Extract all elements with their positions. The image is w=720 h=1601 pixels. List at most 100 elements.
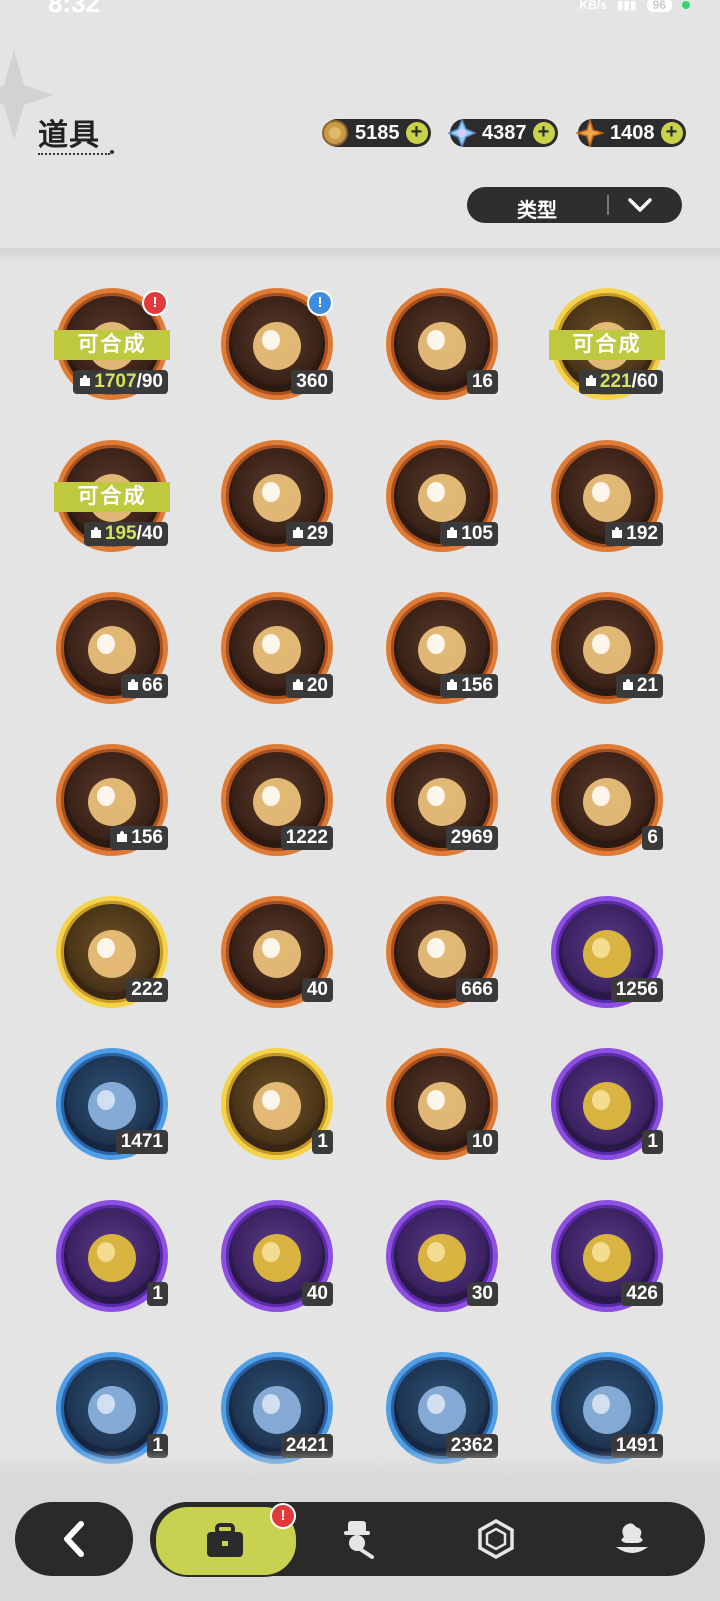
puzzle-piece-icon xyxy=(115,827,131,848)
item-slot[interactable]: 666 xyxy=(386,896,506,1016)
purple-creature-icon xyxy=(88,778,136,826)
back-arrow-icon xyxy=(64,1521,84,1557)
add-crystal-button[interactable]: + xyxy=(532,122,555,144)
item-count: 1 xyxy=(312,1130,333,1154)
count-value: 156 xyxy=(461,675,493,696)
item-slot[interactable]: 6 xyxy=(551,744,671,864)
gold-coin-icon xyxy=(321,119,349,147)
count-value: 360 xyxy=(296,371,328,392)
item-count: 1 xyxy=(147,1282,168,1306)
item-slot[interactable]: 360! xyxy=(221,288,341,408)
item-count: 156 xyxy=(440,674,498,698)
item-slot[interactable]: 156 xyxy=(56,744,176,864)
add-amber-button[interactable]: + xyxy=(660,122,683,144)
item-slot[interactable]: 426 xyxy=(551,1200,671,1320)
item-count: 192 xyxy=(605,522,663,546)
puzzle-piece-icon xyxy=(126,675,142,696)
item-slot[interactable]: 40 xyxy=(221,896,341,1016)
item-count: 21 xyxy=(615,674,663,698)
item-count: 666 xyxy=(456,978,498,1002)
item-slot[interactable]: 1 xyxy=(221,1048,341,1168)
item-slot[interactable]: 40 xyxy=(221,1200,341,1320)
count-value: 1 xyxy=(317,1131,328,1152)
amber-gem-icon xyxy=(576,119,604,147)
pink-star-crystal-icon xyxy=(253,778,301,826)
owned-count: 1707 xyxy=(94,371,137,392)
blue-star-crystal-icon xyxy=(418,778,466,826)
combinable-label: 可合成 xyxy=(54,482,170,512)
item-slot[interactable]: 20 xyxy=(221,592,341,712)
eyepatch-creature-icon xyxy=(253,626,301,674)
gold-bell-icon xyxy=(253,1234,301,1282)
item-slot[interactable]: 可合成 195/40 xyxy=(54,440,176,560)
count-value: 192 xyxy=(626,523,658,544)
knight-creature-icon xyxy=(88,626,136,674)
holo-card-icon xyxy=(253,930,301,978)
type-filter-dropdown[interactable]: 类型 xyxy=(467,187,682,223)
item-slot[interactable]: 可合成 221/60 xyxy=(549,288,671,408)
paw-pendant-icon xyxy=(583,778,631,826)
currency-gold: 5185 + xyxy=(321,119,431,147)
item-slot[interactable]: 1256 xyxy=(551,896,671,1016)
item-slot[interactable]: 1 xyxy=(551,1048,671,1168)
count-value: 6 xyxy=(647,827,658,848)
status-indicators: KB/s ▮▮▮ 96 xyxy=(579,0,690,12)
count-value: 16 xyxy=(471,371,493,392)
puzzle-piece-icon xyxy=(584,371,600,392)
fox-creature-icon xyxy=(418,474,466,522)
dessert-icon[interactable] xyxy=(612,1519,652,1559)
item-count: 29 xyxy=(285,522,333,546)
item-slot[interactable]: 156 xyxy=(386,592,506,712)
item-count: 40 xyxy=(301,1282,333,1306)
back-button[interactable] xyxy=(15,1502,133,1576)
filter-divider xyxy=(607,195,609,215)
item-slot[interactable]: 192 xyxy=(551,440,671,560)
count-value: 666 xyxy=(461,979,493,1000)
count-value: 21 xyxy=(636,675,658,696)
add-gold-button[interactable]: + xyxy=(405,122,428,144)
required-count: /60 xyxy=(631,371,658,392)
birthday-cake-icon xyxy=(253,1082,301,1130)
item-slot[interactable]: 1 xyxy=(56,1200,176,1320)
item-count: 30 xyxy=(466,1282,498,1306)
item-slot[interactable]: 66 xyxy=(56,592,176,712)
item-slot[interactable]: 29 xyxy=(221,440,341,560)
purple-crystal-icon xyxy=(418,322,466,370)
orange-card-icon xyxy=(418,930,466,978)
puzzle-piece-icon xyxy=(78,371,94,392)
letter-icon xyxy=(88,1386,136,1434)
character-icon[interactable] xyxy=(338,1519,378,1559)
count-value: 1 xyxy=(647,1131,658,1152)
header-divider xyxy=(0,248,720,262)
item-slot[interactable]: 222 xyxy=(56,896,176,1016)
item-count: 105 xyxy=(440,522,498,546)
item-slot[interactable]: 21 xyxy=(551,592,671,712)
gold-card-icon xyxy=(88,930,136,978)
scroll-icon xyxy=(418,1234,466,1282)
item-slot[interactable]: 10 xyxy=(386,1048,506,1168)
item-slot[interactable]: 30 xyxy=(386,1200,506,1320)
item-count: 66 xyxy=(120,674,168,698)
item-slot[interactable]: 可合成 1707/90! xyxy=(54,288,176,408)
item-slot[interactable]: 2969 xyxy=(386,744,506,864)
blue-card-icon xyxy=(88,1082,136,1130)
dark-bear-icon xyxy=(583,626,631,674)
hexagon-icon[interactable] xyxy=(476,1519,516,1559)
battery-indicator: 96 xyxy=(646,0,672,12)
count-value: 426 xyxy=(626,1283,658,1304)
item-count: 1222 xyxy=(280,826,333,850)
item-slot[interactable]: 1471 xyxy=(56,1048,176,1168)
chevron-down-icon xyxy=(628,198,652,212)
count-value: 20 xyxy=(306,675,328,696)
item-slot[interactable]: 16 xyxy=(386,288,506,408)
treasure-chest-icon xyxy=(253,322,301,370)
item-count: 221/60 xyxy=(578,370,663,394)
item-slot[interactable]: 105 xyxy=(386,440,506,560)
count-value: 30 xyxy=(471,1283,493,1304)
combinable-label: 可合成 xyxy=(54,330,170,360)
crystal-amount: 4387 xyxy=(482,121,527,144)
count-value: 10 xyxy=(471,1131,493,1152)
item-slot[interactable]: 1222 xyxy=(221,744,341,864)
owned-count: 195 xyxy=(104,523,137,544)
info-badge: ! xyxy=(307,290,333,316)
